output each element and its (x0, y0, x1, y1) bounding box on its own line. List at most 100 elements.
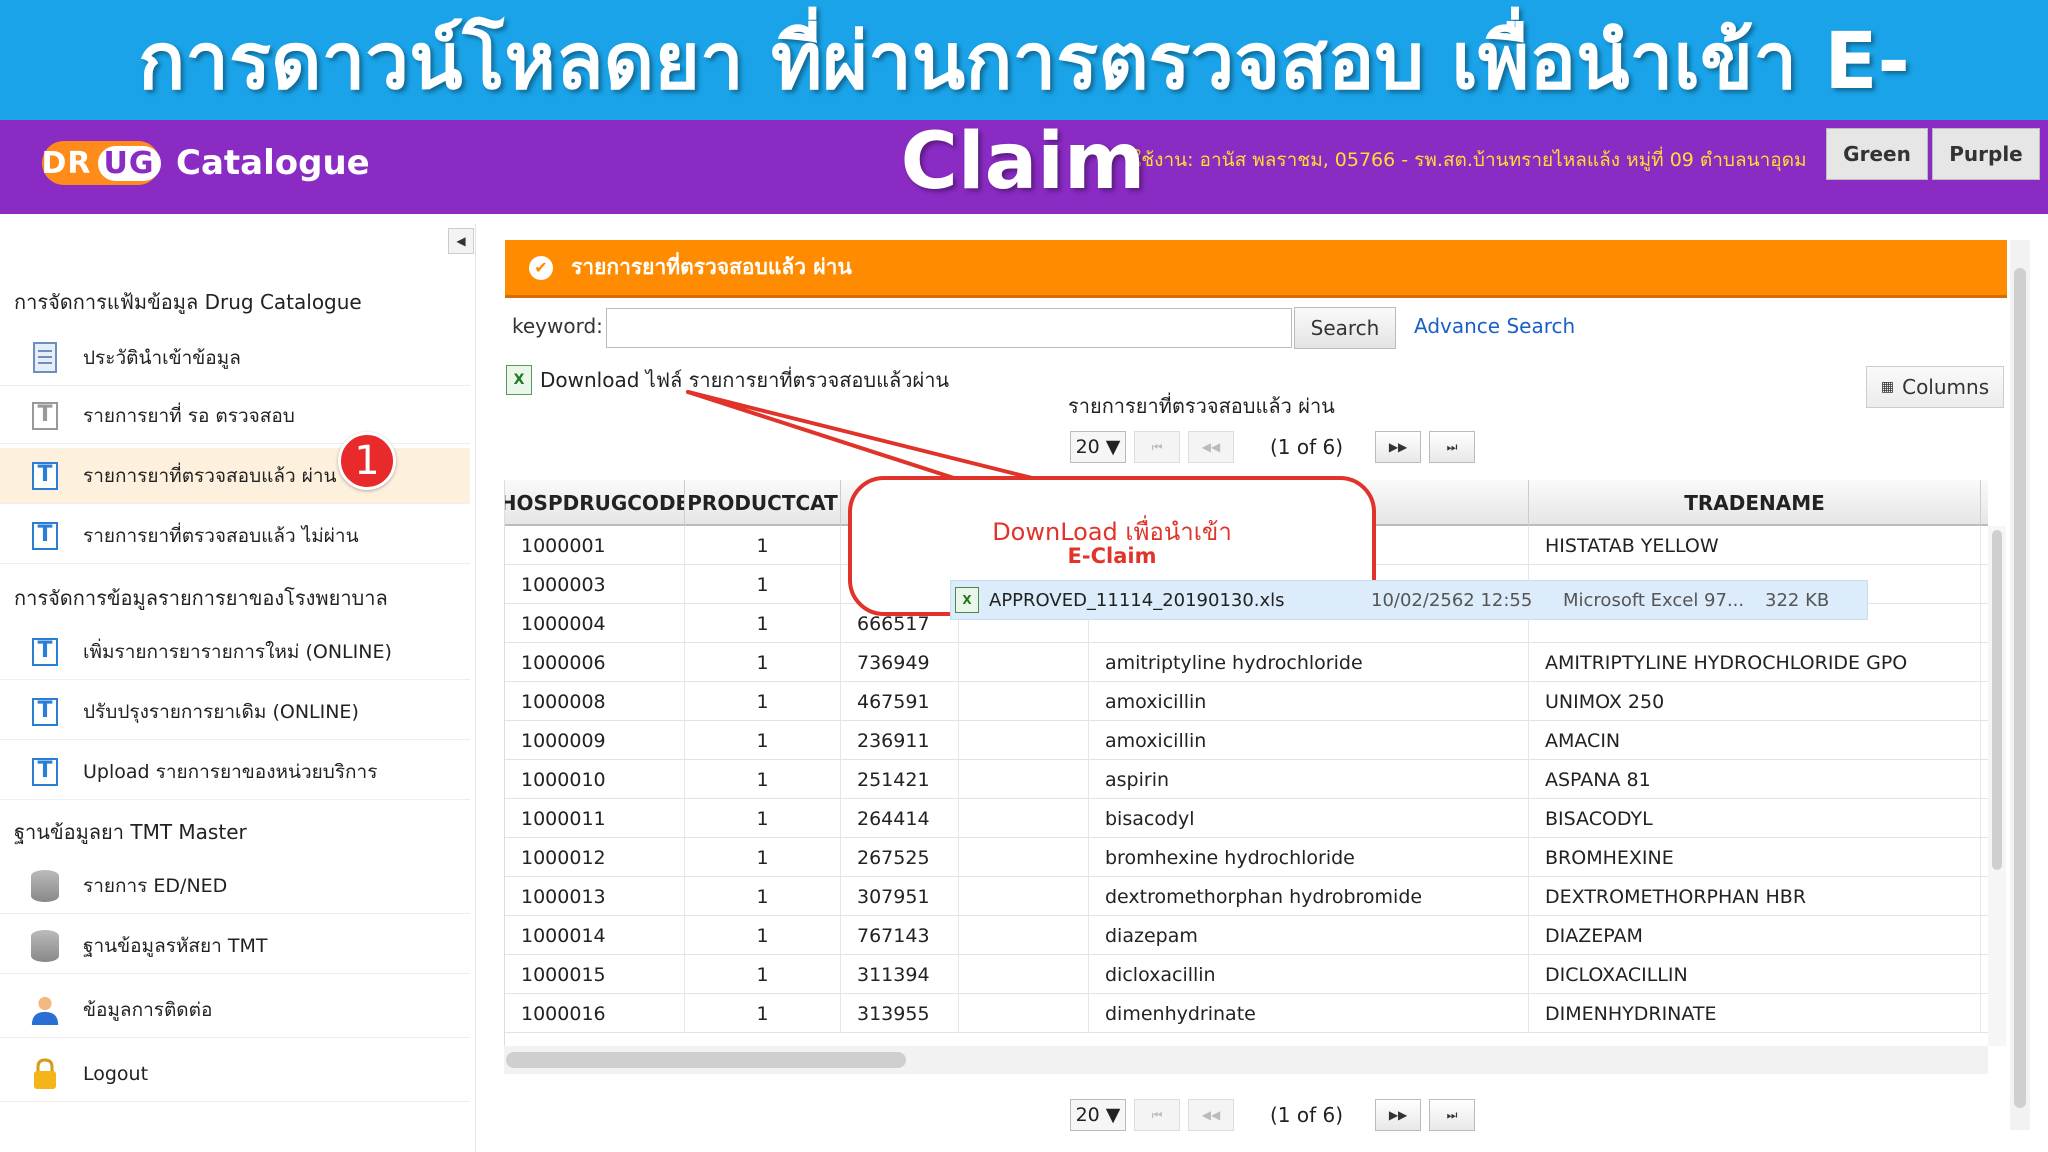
update-t-icon: T (30, 697, 60, 727)
database-icon (30, 869, 60, 902)
table-row[interactable]: 1000011 1 264414 bisacodyl BISACODYL (505, 799, 1988, 838)
callout-line2: E-Claim (1067, 544, 1157, 568)
table-cell (959, 838, 1089, 877)
table-cell: 1000001 (505, 526, 685, 565)
file-type: Microsoft Excel 97... (1563, 589, 1745, 611)
table-cell: 1000016 (505, 994, 685, 1033)
table-row[interactable]: 1000012 1 267525 bromhexine hydrochloride BR… (505, 838, 1988, 877)
sidebar-item-passed[interactable]: T รายการยาที่ตรวจสอบแล้ว ผ่าน (0, 448, 470, 504)
table-cell: 1 (685, 799, 841, 838)
page-vertical-scrollbar[interactable] (2010, 240, 2030, 1130)
table-cell (959, 721, 1089, 760)
next-page-button[interactable]: ▶▶ (1375, 431, 1422, 463)
prev-page-button[interactable]: ◀◀ (1188, 431, 1234, 463)
page-size-select[interactable]: 20 ▼ (1070, 1099, 1126, 1131)
table-cell: 1 (685, 565, 841, 604)
table-cell: 251421 (841, 760, 959, 799)
sidebar-item-ed-ned[interactable]: รายการ ED/NED (0, 858, 470, 914)
table-cell (959, 760, 1089, 799)
column-header-df[interactable]: DF (1981, 480, 1988, 526)
page-size-select[interactable]: 20 ▼ (1070, 431, 1126, 463)
theme-purple-button[interactable]: Purple (1932, 128, 2040, 180)
table-horizontal-scrollbar[interactable] (504, 1046, 1988, 1074)
column-header-productcat[interactable]: PRODUCTCAT (685, 480, 841, 526)
excel-file-icon: X (955, 587, 979, 613)
failed-t-icon: T (30, 521, 60, 551)
table-cell: BROMHEXINE (1529, 838, 1981, 877)
downloaded-file-row[interactable]: X APPROVED_11114_20190130.xls 10/02/2562… (950, 580, 1868, 620)
last-page-button[interactable]: ⏭ (1429, 431, 1476, 463)
keyword-input[interactable] (606, 308, 1292, 348)
sidebar-item-contact[interactable]: ข้อมูลการติดต่อ (0, 982, 470, 1038)
sidebar-item-logout[interactable]: Logout (0, 1046, 470, 1102)
table-cell: DIMENHYDRINATE (1529, 994, 1981, 1033)
table-row[interactable]: 1000016 1 313955 dimenhydrinate DIMENHYDRINA… (505, 994, 1988, 1033)
scroll-thumb[interactable] (506, 1052, 906, 1068)
table-cell: AMITRIPTYLINE HYDROCHLORIDE GPO (1529, 643, 1981, 682)
slide-title-line2-text: Claim (900, 117, 1146, 207)
theme-green-button[interactable]: Green (1826, 128, 1928, 180)
sidebar-item-label: Upload รายการยาของหน่วยบริการ (83, 760, 378, 783)
sidebar-item-update-online[interactable]: T ปรับปรุงรายการยาเดิม (ONLINE) (0, 684, 470, 740)
table-row[interactable]: 1000015 1 311394 dicloxacillin DICLOXACILLIN (505, 955, 1988, 994)
section-title-tmt: ฐานข้อมูลยา TMT Master (14, 820, 247, 844)
table-row[interactable]: 1000013 1 307951 dextromethorphan hydrobrom… (505, 877, 1988, 916)
pending-t-icon: T (30, 401, 60, 431)
table-row[interactable]: 1000006 1 736949 amitriptyline hydrochlorid… (505, 643, 1988, 682)
search-button[interactable]: Search (1294, 307, 1396, 349)
sidebar-collapse-button[interactable]: ◀ (448, 228, 474, 254)
column-header-hospdrugcode[interactable]: HOSPDRUGCODE (505, 480, 685, 526)
table-cell: amoxicillin (1089, 721, 1529, 760)
sidebar-item-failed[interactable]: T รายการยาที่ตรวจสอบแล้ว ไม่ผ่าน (0, 508, 470, 564)
sidebar-item-add-online[interactable]: T เพิ่มรายการยารายการใหม่ (ONLINE) (0, 624, 470, 680)
download-link[interactable]: X Download ไฟล์ รายการยาที่ตรวจสอบแล้วผ่… (506, 364, 949, 396)
user-icon (30, 995, 60, 1025)
table-cell: HISTATAB YELLOW (1529, 526, 1981, 565)
scroll-thumb[interactable] (2014, 268, 2026, 1108)
column-header-tradename[interactable]: TRADENAME (1529, 480, 1981, 526)
columns-icon: ▦ (1880, 379, 1895, 395)
last-page-button[interactable]: ⏭ (1429, 1099, 1476, 1131)
check-circle-icon: ✔ (529, 255, 553, 280)
file-size: 322 KB (1765, 589, 1830, 611)
table-row[interactable]: 1000009 1 236911 amoxicillin AMACIN (505, 721, 1988, 760)
table-cell: 1000009 (505, 721, 685, 760)
table-cell (959, 994, 1089, 1033)
table-cell: 1 (685, 526, 841, 565)
sidebar-item-label: ประวัตินำเข้าข้อมูล (83, 346, 241, 369)
pager-top: 20 ▼ ⏮ ◀◀ (1 of 6) ▶▶ ⏭ (1070, 430, 1476, 464)
table-cell: DICLOXACILLIN (1529, 955, 1981, 994)
table-row[interactable]: 1000008 1 467591 amoxicillin UNIMOX 250 (505, 682, 1988, 721)
sidebar-item-import-history[interactable]: ประวัตินำเข้าข้อมูล (0, 330, 470, 386)
table-cell: 307951 (841, 877, 959, 916)
scroll-thumb[interactable] (1992, 530, 2002, 870)
table-cell: 1 (685, 955, 841, 994)
table-cell: 1 (685, 604, 841, 643)
next-page-button[interactable]: ▶▶ (1375, 1099, 1422, 1131)
table-row[interactable]: 1000014 1 767143 diazepam DIAZEPAM (505, 916, 1988, 955)
table-cell: 736949 (841, 643, 959, 682)
table-cell (959, 916, 1089, 955)
table-cell: dextromethorphan hydrobromide (1089, 877, 1529, 916)
table-cell: 1 (685, 643, 841, 682)
prev-page-button[interactable]: ◀◀ (1188, 1099, 1234, 1131)
first-page-button[interactable]: ⏮ (1134, 431, 1180, 463)
table-cell: 1 (685, 994, 841, 1033)
advance-search-link[interactable]: Advance Search (1414, 314, 1575, 338)
table-cell: 1 (685, 838, 841, 877)
table-row[interactable]: 1000010 1 251421 aspirin ASPANA 81 (505, 760, 1988, 799)
sidebar-item-upload[interactable]: T Upload รายการยาของหน่วยบริการ (0, 744, 470, 800)
table-cell: 1 (685, 877, 841, 916)
page-info: (1 of 6) (1270, 435, 1344, 459)
table-cell: aspirin (1089, 760, 1529, 799)
sidebar-item-tmt-db[interactable]: ฐานข้อมูลรหัสยา TMT (0, 918, 470, 974)
table-cell: 1000004 (505, 604, 685, 643)
excel-icon: X (506, 365, 532, 395)
table-cell: diazepam (1089, 916, 1529, 955)
table-vertical-scrollbar[interactable] (1988, 526, 2006, 1046)
columns-button[interactable]: ▦ Columns (1866, 366, 2004, 408)
first-page-button[interactable]: ⏮ (1134, 1099, 1180, 1131)
sidebar-item-label: รายการยาที่ตรวจสอบแล้ว ไม่ผ่าน (83, 524, 359, 547)
sidebar-item-pending[interactable]: T รายการยาที่ รอ ตรวจสอบ (0, 388, 470, 444)
sidebar-item-label: รายการยาที่ตรวจสอบแล้ว ผ่าน (83, 464, 337, 487)
